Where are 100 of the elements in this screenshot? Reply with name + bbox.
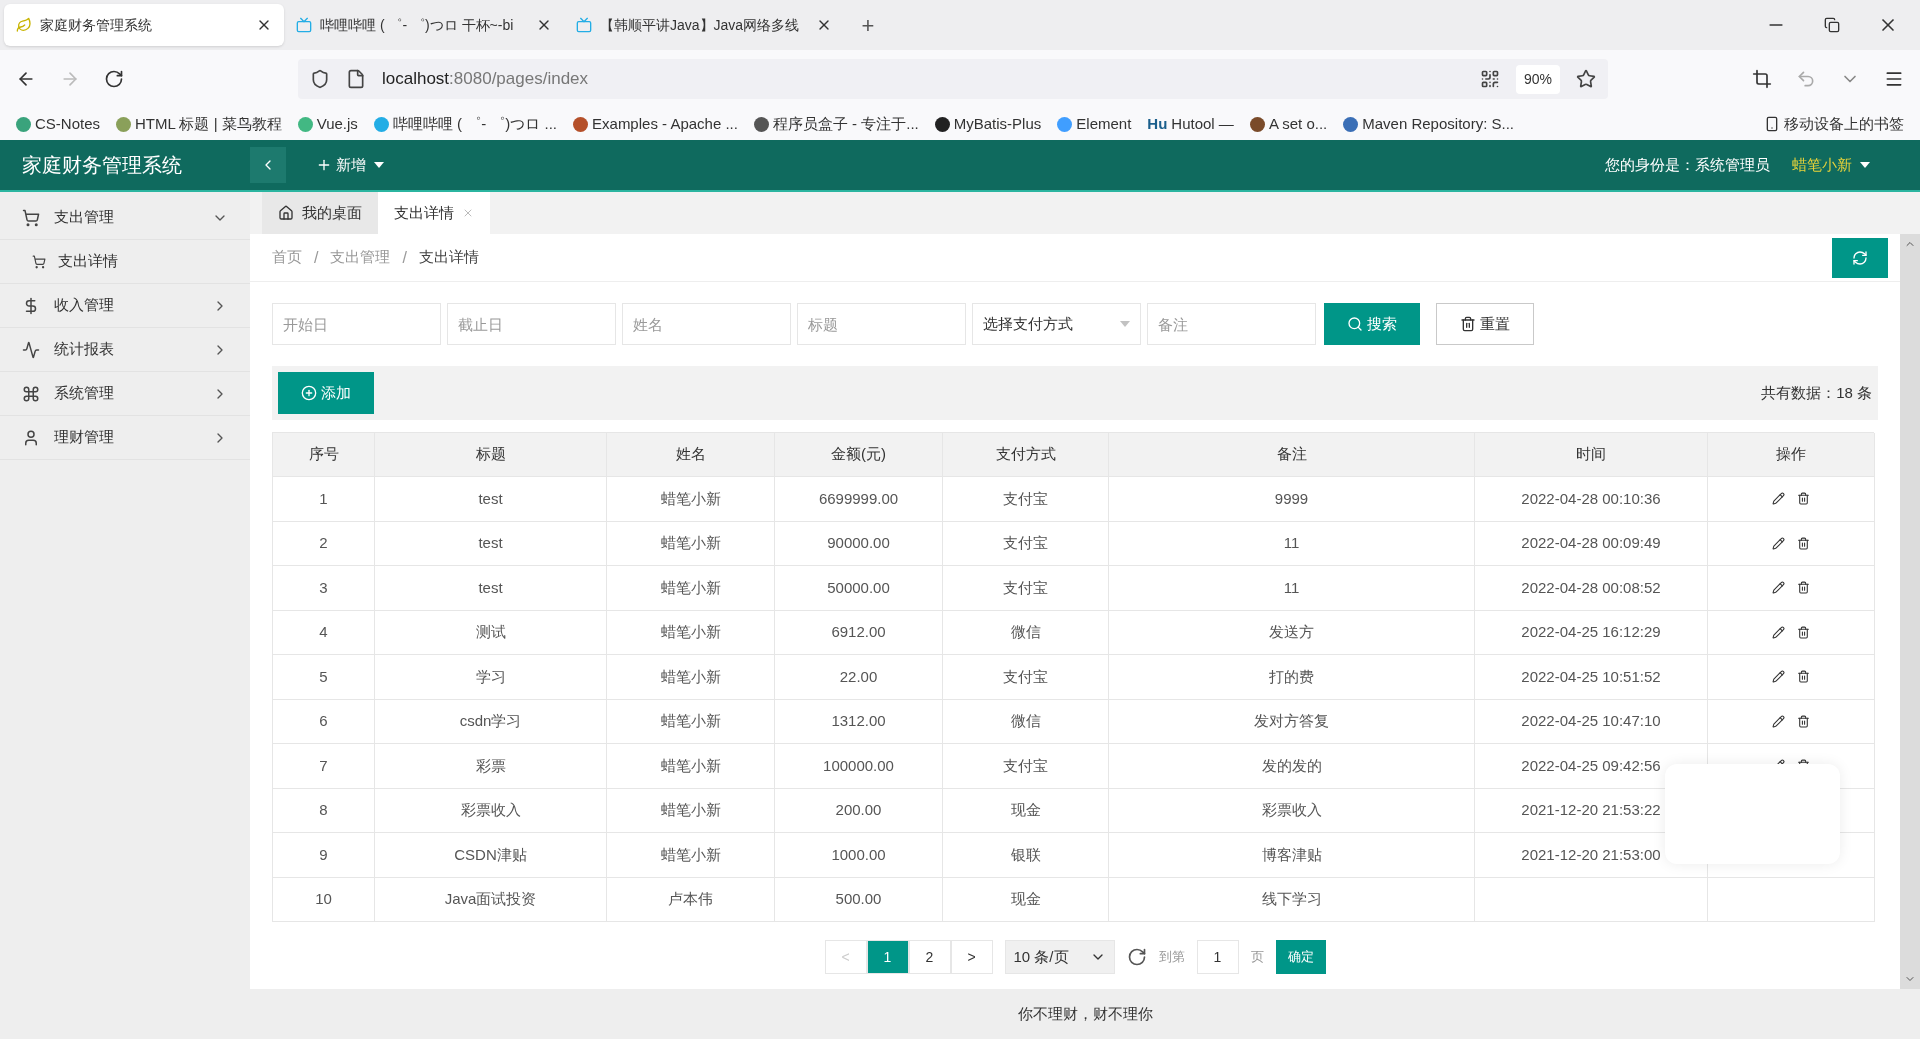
refresh-button[interactable] (1832, 237, 1888, 278)
table-cell: test (375, 477, 607, 522)
browser-tab[interactable]: 家庭财务管理系统 (4, 4, 284, 46)
browser-tab[interactable]: 哔哩哔哩 ( ゜- ゜)つロ 干杯~-bi (284, 4, 564, 46)
leaf-icon (16, 17, 32, 33)
plus-icon (316, 157, 332, 173)
add-button[interactable]: 添加 (278, 372, 374, 414)
column-header: 备注 (1109, 433, 1475, 477)
table-cell: 1 (273, 477, 375, 522)
delete-icon[interactable] (1797, 625, 1810, 639)
column-header: 操作 (1708, 433, 1875, 477)
table-cell: 线下学习 (1109, 877, 1475, 922)
search-button[interactable]: 搜索 (1324, 303, 1420, 345)
shield-icon (310, 69, 330, 89)
new-tab-button[interactable]: + (852, 9, 884, 41)
bookmark[interactable]: CS-Notes (16, 112, 101, 136)
address-bar[interactable]: localhost:8080/pages/index 90% (298, 59, 1608, 99)
url-text: localhost:8080/pages/index (382, 68, 589, 91)
bookmark[interactable]: HTML 标题 | 菜鸟教程 (116, 112, 282, 136)
delete-icon[interactable] (1797, 492, 1810, 506)
table-cell: 100000.00 (775, 744, 943, 789)
delete-icon[interactable] (1797, 670, 1810, 684)
column-header: 标题 (375, 433, 607, 477)
table-cell: 打的费 (1109, 655, 1475, 700)
app-title: 家庭财务管理系统 (21, 153, 183, 178)
table-cell: 9999 (1109, 477, 1475, 522)
bookmark[interactable]: Hu Hutool — (1147, 112, 1234, 136)
footer-text: 你不理财，财不理你 (1017, 1003, 1153, 1024)
reload-icon[interactable] (104, 69, 124, 89)
table-cell: 支付宝 (943, 477, 1109, 522)
page-tab[interactable]: 我的桌面 (262, 192, 378, 234)
search-icon (1347, 316, 1363, 332)
trash-icon (1460, 316, 1476, 332)
edit-icon[interactable] (1772, 625, 1785, 639)
page-tab[interactable]: 支出详情 (378, 192, 490, 234)
table-cell: 2022-04-28 00:08:52 (1475, 566, 1708, 611)
table-cell: 支付宝 (943, 744, 1109, 789)
bookmark[interactable]: Element (1057, 112, 1132, 136)
crop-icon[interactable] (1752, 69, 1772, 89)
new-menu[interactable]: 新增 (316, 153, 384, 177)
table-cell: CSDN津贴 (375, 833, 607, 878)
table-cell: 现金 (943, 788, 1109, 833)
delete-icon[interactable] (1797, 536, 1810, 550)
zoom-level[interactable]: 90% (1515, 64, 1560, 94)
reset-button[interactable]: 重置 (1436, 303, 1534, 345)
restore-icon[interactable] (1824, 17, 1840, 33)
edit-icon[interactable] (1772, 581, 1785, 595)
table-cell: 200.00 (775, 788, 943, 833)
table-cell: test (375, 566, 607, 611)
filter-field[interactable]: 备注 (1147, 303, 1316, 345)
qr-code-icon[interactable] (1479, 69, 1500, 89)
filter-field[interactable]: 截止日 (447, 303, 616, 345)
page-button[interactable]: 2 (908, 940, 951, 974)
bookmark[interactable]: Maven Repository: S... (1343, 112, 1514, 136)
bookmark[interactable]: Examples - Apache ... (573, 112, 738, 136)
cart-icon (22, 208, 40, 227)
refresh-icon (1852, 249, 1868, 266)
page-size-select[interactable]: 10 条/页 (1004, 940, 1115, 974)
filter-field[interactable]: 标题 (797, 303, 966, 345)
edit-icon[interactable] (1772, 536, 1785, 550)
delete-icon[interactable] (1797, 714, 1810, 728)
table-cell: 3 (273, 566, 375, 611)
user-menu[interactable]: 蜡笔小新 (1792, 153, 1870, 177)
filter-field[interactable]: 开始日 (272, 303, 441, 345)
delete-icon[interactable] (1797, 581, 1810, 595)
table-cell: 蜡笔小新 (607, 610, 775, 655)
payment-select[interactable]: 选择支付方式 (972, 303, 1141, 345)
column-header: 时间 (1475, 433, 1708, 477)
star-icon[interactable] (1576, 69, 1596, 89)
edit-icon[interactable] (1772, 714, 1785, 728)
sidebar-item[interactable]: 支出管理 (0, 196, 250, 240)
page-number-field[interactable]: 1 (1196, 940, 1239, 974)
table-cell: 6 (273, 699, 375, 744)
bookmark[interactable]: 哔哩哔哩 ( ゜- ゜)つロ ... (373, 112, 558, 136)
next-page-button[interactable]: > (950, 940, 993, 974)
refresh-icon[interactable] (1126, 947, 1147, 967)
bookmark[interactable]: 程序员盒子 - 专注于... (753, 112, 919, 136)
table-cell: 支付宝 (943, 566, 1109, 611)
bookmark[interactable]: A set o... (1249, 112, 1328, 136)
bookmark[interactable]: Vue.js (297, 112, 358, 136)
table-cell: 2022-04-28 00:10:36 (1475, 477, 1708, 522)
table-cell: 50000.00 (775, 566, 943, 611)
mobile-bookmarks[interactable]: 移动设备上的书签 (1764, 112, 1904, 136)
column-header: 序号 (273, 433, 375, 477)
page-button[interactable]: 1 (866, 940, 909, 974)
browser-tab[interactable]: 【韩顺平讲Java】Java网络多线 (564, 4, 844, 46)
cart-icon (32, 254, 46, 269)
role-text: 您的身份是：系统管理员 (1605, 154, 1770, 175)
table-cell: Java面试投资 (375, 877, 607, 922)
menu-icon[interactable] (1884, 69, 1904, 89)
table-cell: 彩票 (375, 744, 607, 789)
confirm-button[interactable]: 确定 (1275, 940, 1326, 974)
table-cell: 测试 (375, 610, 607, 655)
table-cell: 500.00 (775, 877, 943, 922)
table-cell: 蜡笔小新 (607, 477, 775, 522)
bookmark[interactable]: MyBatis-Plus (934, 112, 1042, 136)
edit-icon[interactable] (1772, 492, 1785, 506)
edit-icon[interactable] (1772, 670, 1785, 684)
table-cell: 90000.00 (775, 521, 943, 566)
filter-field[interactable]: 姓名 (622, 303, 791, 345)
